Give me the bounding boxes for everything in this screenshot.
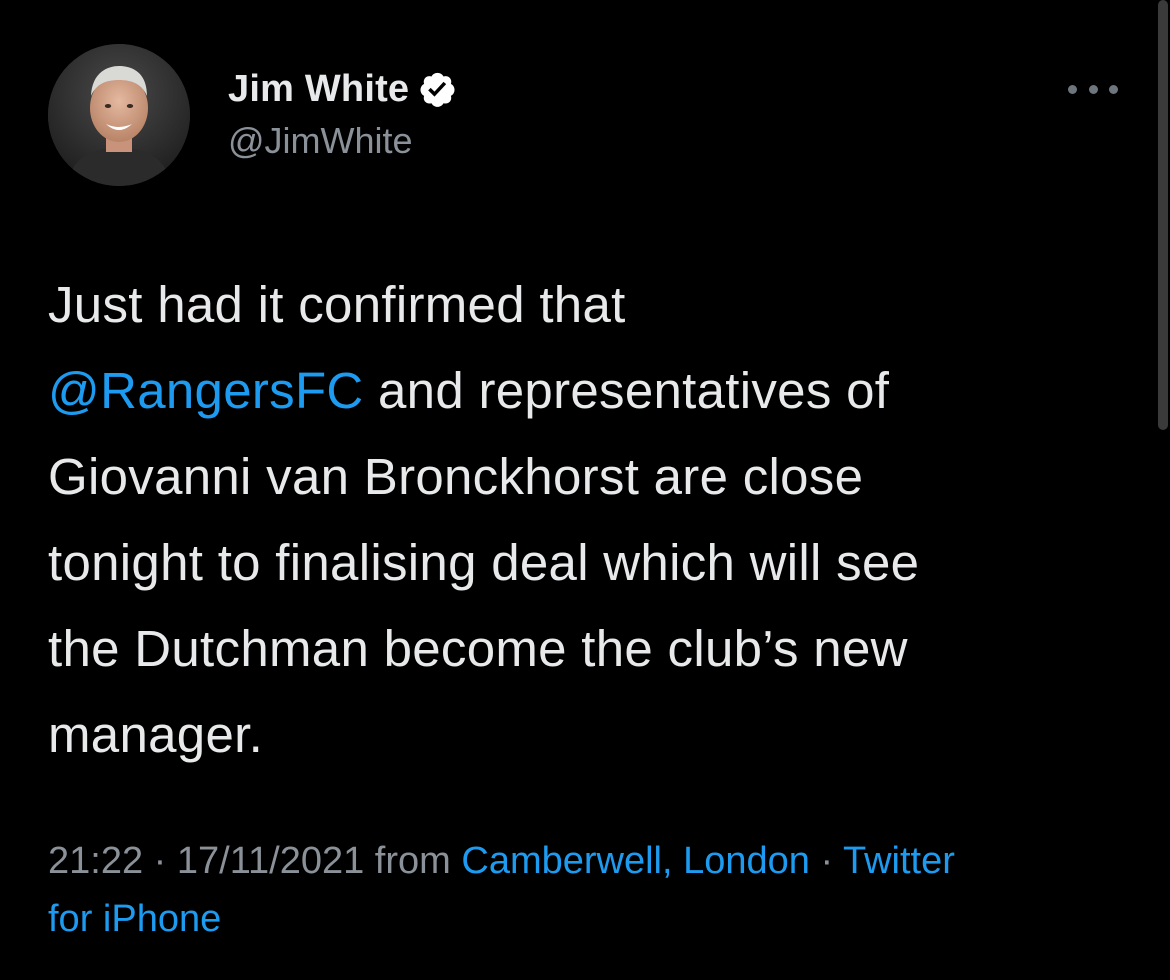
tweet-line: Just had it confirmed that xyxy=(48,276,626,333)
tweet-time[interactable]: 21:22 xyxy=(48,840,143,882)
tweet-line: tonight to finalising deal which will se… xyxy=(48,534,920,591)
display-name[interactable]: Jim White xyxy=(228,68,409,111)
more-options-button[interactable] xyxy=(1068,74,1118,104)
tweet-card: Jim White @JimWhite Just had it confirme… xyxy=(0,0,1170,980)
tweet-line-text: and representatives of xyxy=(363,362,890,419)
tweet-line: Giovanni van Bronckhorst are close xyxy=(48,448,864,505)
verified-badge-icon xyxy=(417,69,457,109)
tweet-text: Just had it confirmed that @RangersFC an… xyxy=(48,262,1138,778)
source-link[interactable]: Twitter xyxy=(843,840,955,882)
meta-line: for iPhone xyxy=(48,890,1138,948)
avatar[interactable] xyxy=(48,44,190,186)
user-handle[interactable]: @JimWhite xyxy=(228,120,457,162)
mention-link[interactable]: @RangersFC xyxy=(48,362,364,419)
meta-line: 21:22 · 17/11/2021 from Camberwell, Lond… xyxy=(48,832,1138,890)
tweet-metadata: 21:22 · 17/11/2021 from Camberwell, Lond… xyxy=(48,832,1138,948)
tweet-date[interactable]: 17/11/2021 xyxy=(177,840,364,882)
profile-photo-icon xyxy=(48,44,190,186)
separator: · xyxy=(809,840,843,882)
tweet-line: manager. xyxy=(48,706,264,763)
source-link-continued[interactable]: for iPhone xyxy=(48,898,221,940)
more-dots-icon xyxy=(1109,84,1118,94)
tweet-line: the Dutchman become the club’s new xyxy=(48,620,908,677)
tweet-line: @RangersFC and representatives of xyxy=(48,348,1138,434)
author-block[interactable]: Jim White @JimWhite xyxy=(228,64,457,162)
from-label: from xyxy=(364,840,462,882)
name-row: Jim White xyxy=(228,64,457,114)
more-dots-icon xyxy=(1088,84,1098,94)
separator: · xyxy=(143,840,177,882)
scrollbar[interactable] xyxy=(1158,0,1168,430)
location-link[interactable]: Camberwell, London xyxy=(461,840,810,882)
more-dots-icon xyxy=(1068,84,1077,94)
